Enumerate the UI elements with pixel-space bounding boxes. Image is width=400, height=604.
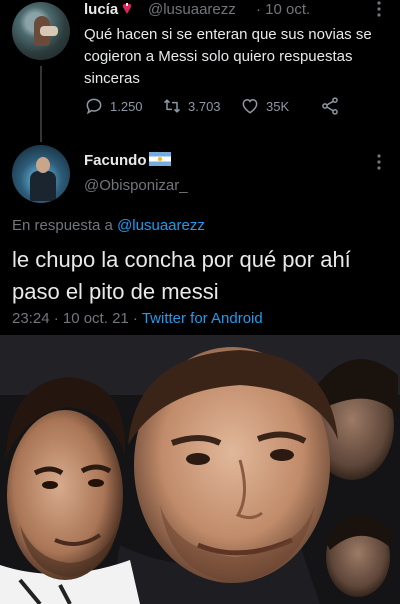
tweet-text: Qué hacen si se enteran que sus novias s… [84,26,372,87]
in-reply-to: En respuesta a @lusuaarezz [12,217,205,234]
in-reply-handle-link[interactable]: @lusuaarezz [117,217,205,234]
in-reply-prefix: En respuesta a [12,217,113,234]
author-name[interactable]: lucía [84,1,132,18]
argentina-flag-icon [148,152,171,166]
tweet-meta: 23:24 · 10 oct. 21 · Twitter for Android [12,310,263,327]
like-count: 35K [266,98,290,114]
author-name-text: lucía [84,1,119,18]
author-name[interactable]: Facundo [84,152,171,169]
heart-icon [242,98,258,114]
avatar-figure-head [36,157,50,173]
reaction-photo-illustration [0,335,400,604]
author-handle[interactable]: @Obisponizar_ [84,177,188,194]
retweet-button[interactable]: 3.703 [162,94,221,118]
share-icon [322,97,338,115]
avatar[interactable] [12,145,70,203]
source-link[interactable]: Twitter for Android [142,310,263,327]
more-icon[interactable] [376,153,382,171]
reply-text: le chupo la concha por qué por ahí paso … [12,247,351,304]
avatar[interactable] [12,2,70,60]
author-name-text: Facundo [84,152,147,169]
reaction-photo [0,335,400,604]
reply-icon [86,98,102,115]
reply-button[interactable]: 1.250 [84,94,143,118]
avatar-figure [30,171,56,201]
tweet-actions: 1.250 3.703 35K [84,94,384,118]
reply-count: 1.250 [110,98,143,114]
retweet-icon [163,99,181,113]
timestamp[interactable]: 23:24 · 10 oct. 21 · [12,310,138,327]
share-button[interactable] [320,94,340,118]
retweet-count: 3.703 [188,98,221,114]
emoji-icon [123,3,132,15]
avatar-figure-detail [40,26,58,36]
author-handle[interactable]: @lusuaarezz [148,1,236,18]
reply-tweet[interactable]: Facundo @Obisponizar_ En respuesta a @lu… [0,135,400,335]
more-icon[interactable] [376,0,382,18]
tweet-date[interactable]: · 10 oct. [256,1,310,18]
like-button[interactable]: 35K [240,94,289,118]
original-tweet[interactable]: lucía @lusuaarezz · 10 oct. Qué hacen si… [0,0,400,142]
thread-connector [40,66,42,142]
